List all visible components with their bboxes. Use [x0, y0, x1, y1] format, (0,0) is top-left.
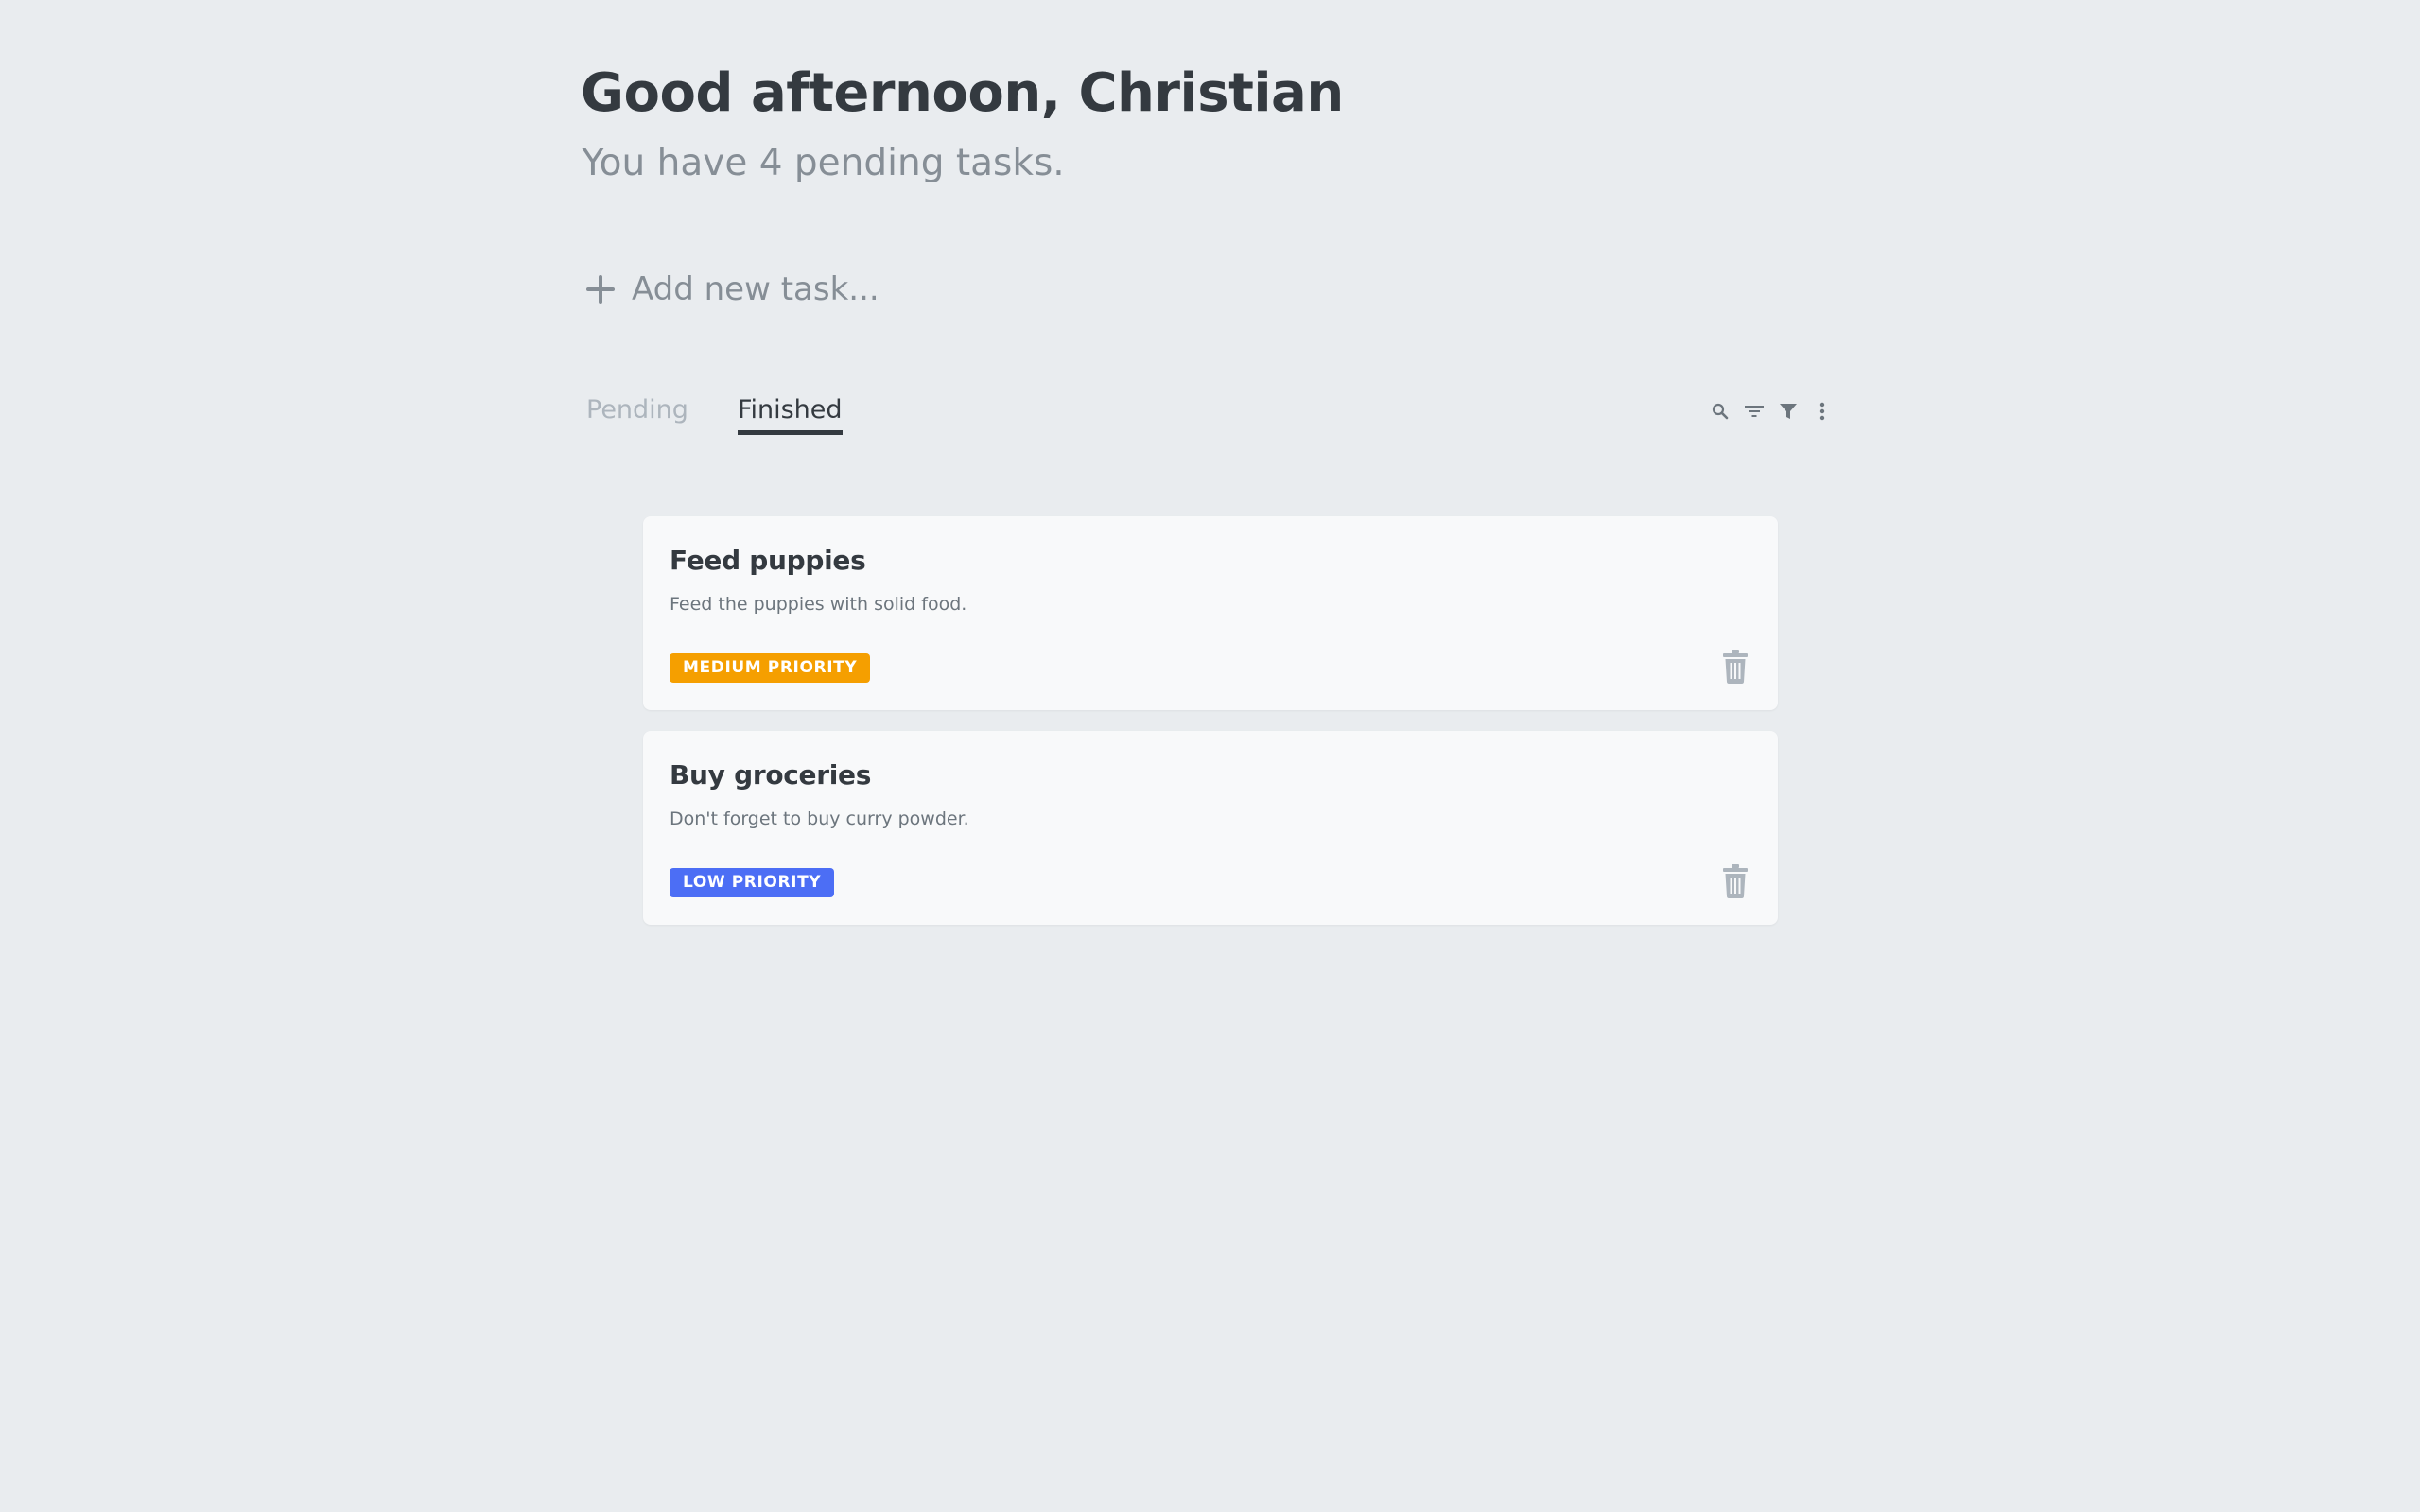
priority-badge: MEDIUM PRIORITY [670, 653, 871, 683]
task-description: Don't forget to buy curry powder. [670, 808, 969, 829]
add-task-placeholder: Add new task... [632, 270, 879, 308]
more-vertical-icon[interactable] [1810, 397, 1835, 426]
task-card[interactable]: Buy groceries Don't forget to buy curry … [643, 731, 1778, 925]
priority-badge: LOW PRIORITY [670, 868, 835, 897]
greeting-heading: Good afternoon, Christian [581, 62, 1344, 124]
filter-icon[interactable] [1776, 397, 1801, 426]
pending-count-subtitle: You have 4 pending tasks. [582, 142, 1065, 184]
tab-finished[interactable]: Finished [737, 395, 843, 435]
task-tabs: Pending Finished [586, 395, 892, 435]
task-title: Feed puppies [670, 545, 866, 576]
list-toolbar [1708, 397, 1844, 426]
task-description: Feed the puppies with solid food. [670, 594, 967, 615]
add-task-input[interactable]: Add new task... [581, 269, 879, 309]
task-card[interactable]: Feed puppies Feed the puppies with solid… [643, 516, 1778, 710]
sort-icon[interactable] [1742, 397, 1767, 426]
delete-trash-icon[interactable] [1721, 864, 1750, 898]
task-title: Buy groceries [670, 759, 872, 791]
plus-icon [581, 269, 620, 309]
search-icon[interactable] [1708, 397, 1732, 426]
delete-trash-icon[interactable] [1721, 650, 1750, 684]
tab-pending[interactable]: Pending [586, 395, 688, 435]
